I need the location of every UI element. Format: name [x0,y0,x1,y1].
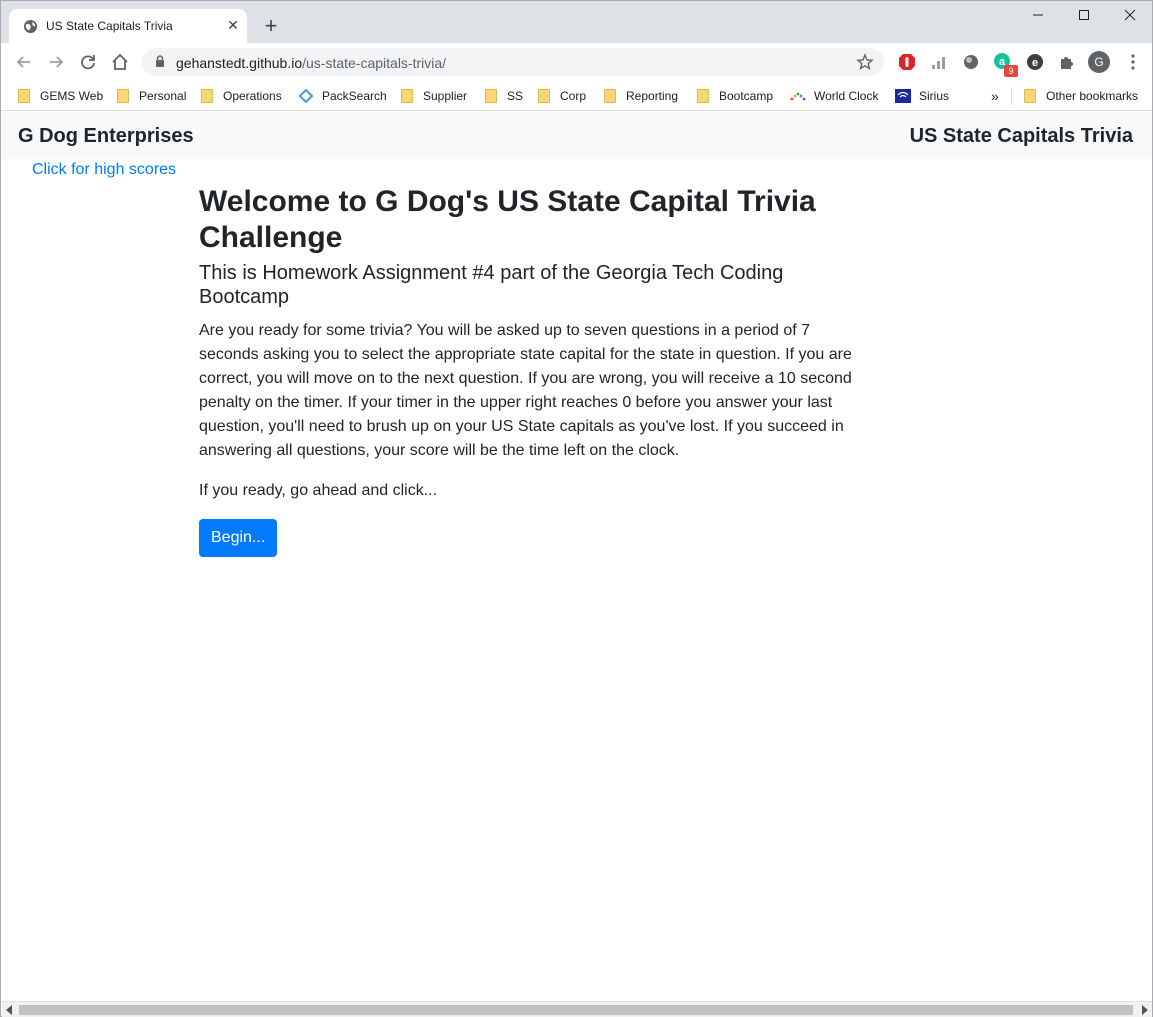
bookmark-packsearch[interactable]: PackSearch [298,86,387,106]
more-menu-icon[interactable] [1123,52,1143,72]
bookmark-label: Sirius [919,89,950,103]
tab-title: US State Capitals Trivia [46,19,173,33]
url-text[interactable]: gehanstedt.github.io/us-state-capitals-t… [176,55,446,71]
welcome-section: Welcome to G Dog's US State Capital Triv… [199,184,859,557]
new-tab-button[interactable]: + [259,15,283,39]
bookmark-corp[interactable]: Corp [538,86,586,106]
bookmark-label: Operations [223,89,282,103]
adblock-extension-icon[interactable] [897,52,917,72]
bookmark-ss[interactable]: SS [485,86,523,106]
close-window-button[interactable] [1107,3,1153,33]
horizontal-scrollbar[interactable] [2,1001,1152,1017]
url-path: /us-state-capitals-trivia/ [302,55,447,71]
bookmark-reporting[interactable]: Reporting [604,86,678,106]
bookmark-operations[interactable]: Operations [201,86,282,106]
high-scores-link[interactable]: Click for high scores [32,161,176,179]
bookmarks-overflow-chevron-icon[interactable]: » [991,86,999,106]
title-bar: US State Capitals Trivia ✕ + [1,1,1152,43]
folder-icon [485,89,497,103]
lock-icon[interactable] [155,55,165,68]
back-icon[interactable] [13,51,35,73]
signal-extension-icon[interactable] [929,52,949,72]
tab-close-icon[interactable]: ✕ [225,17,241,33]
folder-icon [18,89,30,103]
site-navbar: G Dog Enterprises US State Capitals Triv… [2,112,1152,159]
navbar-brand[interactable]: G Dog Enterprises [18,125,194,148]
profile-avatar[interactable]: G [1088,51,1110,73]
bookmark-supplier[interactable]: Supplier [401,86,467,106]
forward-icon[interactable] [45,51,67,73]
maximize-icon [1079,10,1089,20]
bookmark-bootcamp[interactable]: Bootcamp [697,86,773,106]
bookmark-other-bookmarks[interactable]: Other bookmarks [1024,86,1138,106]
maximize-button[interactable] [1061,3,1107,33]
reload-icon[interactable] [77,51,99,73]
url-host: gehanstedt.github.io [176,55,303,71]
folder-icon [697,89,709,103]
home-icon[interactable] [109,51,131,73]
bookmark-label: SS [507,89,524,103]
bookmark-label: PackSearch [322,89,387,103]
scroll-right-icon[interactable] [1142,1005,1148,1015]
start-prompt: If you ready, go ahead and click... [199,482,438,499]
extension-badge: 9 [1004,65,1018,77]
bookmark-world-clock[interactable]: World Clock [790,86,878,106]
bookmark-label: GEMS Web [40,89,104,103]
bookmark-label: Reporting [626,89,679,103]
bookmark-label: Personal [139,89,187,103]
scroll-left-icon[interactable] [6,1005,12,1015]
instructions-text: Are you ready for some trivia? You will … [199,322,852,459]
folder-icon [604,89,616,103]
bookmark-star-icon[interactable] [856,53,874,71]
bookmark-label: Corp [560,89,587,103]
puzzle-extensions-icon[interactable] [1057,52,1077,72]
edge-extension-icon[interactable]: e [1025,52,1045,72]
bookmarks-bar: GEMS Web Personal Operations PackSearch … [1,81,1152,111]
begin-button[interactable]: Begin... [199,519,278,557]
close-icon [1124,9,1136,21]
circle-extension-icon[interactable] [961,52,981,72]
sirius-icon [895,89,911,103]
bookmarks-divider [1011,87,1012,105]
page-title: Welcome to G Dog's US State Capital Triv… [199,185,816,254]
svg-text:e: e [1032,57,1038,69]
browser-toolbar: gehanstedt.github.io/us-state-capitals-t… [1,43,1152,81]
browser-tab[interactable]: US State Capitals Trivia ✕ [9,9,247,43]
globe-icon [23,19,38,34]
page-viewport: G Dog Enterprises US State Capitals Triv… [2,112,1152,1001]
navbar-title: US State Capitals Trivia [909,125,1133,147]
minimize-icon [1033,14,1043,16]
bookmark-personal[interactable]: Personal [117,86,186,106]
address-bar[interactable]: gehanstedt.github.io/us-state-capitals-t… [142,48,884,76]
bookmark-label: Supplier [423,89,468,103]
bookmark-gems-web[interactable]: GEMS Web [18,86,103,106]
folder-icon [117,89,129,103]
scrollbar-thumb[interactable] [19,1005,1133,1015]
folder-icon [1024,89,1036,103]
folder-icon [538,89,550,103]
world-clock-icon [790,92,806,101]
folder-icon [201,89,213,103]
minimize-button[interactable] [1015,3,1061,33]
page-subtitle: This is Homework Assignment #4 part of t… [199,262,784,308]
packsearch-icon [298,89,314,103]
bookmark-label: World Clock [814,89,879,103]
bookmark-label: Other bookmarks [1046,89,1139,103]
browser-window: US State Capitals Trivia ✕ + gehanstedt.… [0,0,1153,1017]
bookmark-sirius[interactable]: Sirius [895,86,949,106]
folder-icon [401,89,413,103]
bookmark-label: Bootcamp [719,89,774,103]
